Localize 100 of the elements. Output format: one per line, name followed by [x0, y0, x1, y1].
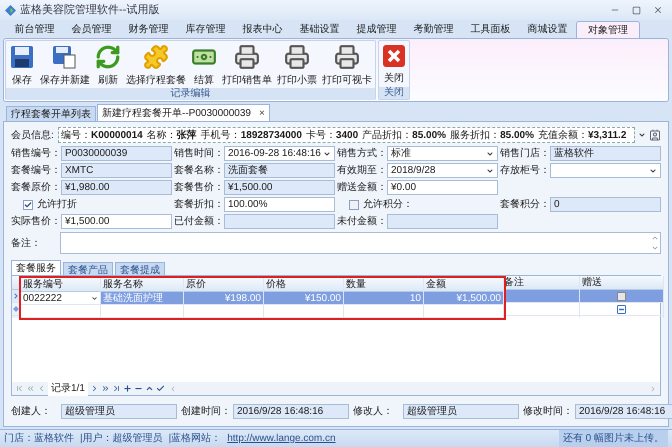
ribbon-button[interactable]: 选择疗程套餐 — [125, 44, 187, 88]
dropdown-field[interactable]: 标准 — [387, 146, 498, 161]
column-header[interactable]: 数量 — [344, 278, 423, 292]
detail-tab[interactable]: 套餐服务 — [11, 260, 61, 275]
member-info-item: 名称：张萍 — [146, 128, 197, 142]
menu-tab[interactable]: 基础设置 — [291, 21, 348, 38]
upload-status[interactable]: 还有 0 幅图片未上传。 — [558, 430, 668, 447]
menu-tab[interactable]: 对象管理 — [576, 21, 640, 38]
detail-tab[interactable]: 套餐产品 — [63, 262, 113, 275]
previous-record-icon[interactable] — [37, 384, 46, 393]
table-cell: ¥1,500.00 — [424, 292, 503, 305]
ribbon-button[interactable]: 结算 — [190, 44, 218, 88]
menu-tab[interactable]: 报表中心 — [234, 21, 291, 38]
next-page-icon[interactable] — [100, 384, 110, 393]
ribbon-button[interactable]: 保存并新建 — [39, 44, 91, 88]
field-label: 销售时间： — [174, 146, 222, 161]
column-header[interactable]: 金额 — [424, 278, 503, 292]
field-label: 创建人： — [11, 404, 52, 418]
menu-tab[interactable]: 商城设置 — [519, 21, 576, 38]
current-row-icon — [12, 292, 20, 300]
field-label: 实际售价： — [11, 214, 59, 229]
floppy-document-icon — [52, 44, 78, 70]
field-label: 套餐折扣： — [174, 198, 222, 212]
member-info-item: 充值余额：¥3,311.2 — [538, 128, 626, 142]
table-cell-editor[interactable]: 0022222 — [21, 292, 100, 305]
field-label: 套餐编号： — [11, 164, 59, 178]
confirm-icon[interactable] — [156, 384, 165, 393]
previous-page-icon[interactable] — [26, 384, 35, 393]
tab-close[interactable]: × — [258, 106, 265, 120]
first-record-icon[interactable] — [15, 384, 24, 393]
menu-tab[interactable]: 前台管理 — [6, 21, 63, 38]
column-header[interactable]: 原价 — [184, 278, 263, 292]
input-field[interactable]: 蓝格软件 — [550, 146, 661, 161]
input-field[interactable]: ¥1,500.00 — [224, 180, 335, 195]
menu-tab[interactable]: 财务管理 — [120, 21, 177, 38]
add-row-icon[interactable] — [617, 304, 626, 314]
printer-icon — [234, 44, 260, 70]
input-field[interactable]: 100.00% — [224, 197, 335, 212]
field-label: 修改人： — [353, 404, 394, 418]
gift-checkbox[interactable] — [617, 292, 626, 300]
menu-tab[interactable]: 提成管理 — [348, 21, 405, 38]
refresh-icon — [95, 44, 121, 70]
input-field[interactable]: 2016/9/28 16:48:16 — [575, 404, 672, 418]
caret-icon — [486, 150, 494, 158]
ribbon-button[interactable]: 打印可视卡 — [321, 44, 373, 88]
caret-icon — [486, 166, 494, 174]
input-field[interactable]: 洗面套餐 — [224, 163, 335, 178]
detail-tab[interactable]: 套餐提成 — [115, 262, 165, 275]
scroll-up-icon[interactable] — [651, 234, 659, 242]
member-info-item: 服务折扣：85.00% — [450, 128, 534, 142]
ribbon-button[interactable]: 保存 — [8, 44, 36, 88]
input-field[interactable]: 超级管理员 — [61, 404, 177, 418]
ribbon-button[interactable]: 打印小票 — [276, 44, 318, 88]
contact-card-icon[interactable] — [649, 129, 661, 141]
scroll-down-icon[interactable] — [651, 244, 659, 252]
input-field[interactable] — [224, 214, 335, 229]
menu-tab[interactable]: 考勤管理 — [405, 21, 462, 38]
ribbon-group-label: 关闭 — [379, 87, 409, 99]
input-field[interactable]: 2016/9/28 16:48:16 — [233, 404, 349, 418]
table-cell-text: 0022222 — [23, 292, 62, 306]
field-label: 套餐售价： — [174, 180, 222, 195]
checkbox[interactable] — [349, 200, 359, 210]
input-field[interactable]: 超级管理员 — [403, 404, 519, 418]
input-field[interactable]: 0 — [550, 197, 661, 212]
input-field[interactable]: P0030000039 — [61, 146, 172, 161]
maximize-icon[interactable] — [632, 6, 641, 14]
column-header[interactable]: 服务名称 — [101, 278, 183, 292]
column-header[interactable]: 服务编号 — [21, 278, 100, 292]
column-header[interactable]: 赠送 — [580, 276, 663, 290]
dropdown-field[interactable] — [550, 163, 661, 178]
checkbox-label: 允许打折 — [37, 198, 77, 212]
input-field[interactable]: XMTC — [61, 163, 172, 178]
scroll-right-icon[interactable] — [649, 384, 657, 392]
input-field[interactable]: ¥0.00 — [387, 180, 498, 195]
status-text: |蓝格网站： — [168, 432, 222, 446]
close-icon[interactable] — [653, 5, 663, 15]
input-field[interactable]: ¥1,500.00 — [61, 214, 172, 229]
document-tab[interactable]: 疗程套餐开单列表 — [6, 106, 96, 121]
add-icon[interactable] — [122, 384, 132, 393]
website-link[interactable]: http://www.lange.com.cn — [227, 431, 336, 446]
caret-icon[interactable] — [91, 294, 98, 302]
dropdown-field[interactable]: 2018/9/28 — [387, 163, 498, 178]
menu-tab[interactable]: 工具面板 — [462, 21, 519, 38]
last-record-icon[interactable] — [112, 384, 121, 393]
table-cell: ¥198.00 — [184, 292, 263, 305]
caret-icon[interactable] — [638, 131, 646, 139]
menu-tab[interactable]: 会员管理 — [63, 21, 120, 38]
ribbon-button[interactable]: 打印销售单 — [221, 44, 273, 88]
ribbon-button[interactable]: 刷新 — [94, 44, 122, 88]
input-field[interactable]: ¥1,980.00 — [61, 180, 172, 195]
input-field[interactable] — [387, 214, 498, 229]
column-header[interactable]: 价格 — [264, 278, 343, 292]
checkbox[interactable] — [23, 200, 33, 210]
note-field[interactable] — [60, 232, 661, 254]
menu-tab[interactable]: 库存管理 — [177, 21, 234, 38]
member-info-field[interactable]: 编号：K00000014 名称：张萍 手机号：18928734000 卡号：3400 产品折扣：85.00% 服务折扣：85.00% 充值余额：¥3,311.2 — [58, 127, 635, 143]
document-tab[interactable]: 新建疗程套餐开单--P0030000039 × — [97, 104, 270, 121]
move-up-icon[interactable] — [144, 384, 154, 393]
ribbon-button[interactable]: 关闭 — [381, 44, 407, 86]
dropdown-field[interactable]: 2016-09-28 16:48:16 — [224, 146, 335, 161]
